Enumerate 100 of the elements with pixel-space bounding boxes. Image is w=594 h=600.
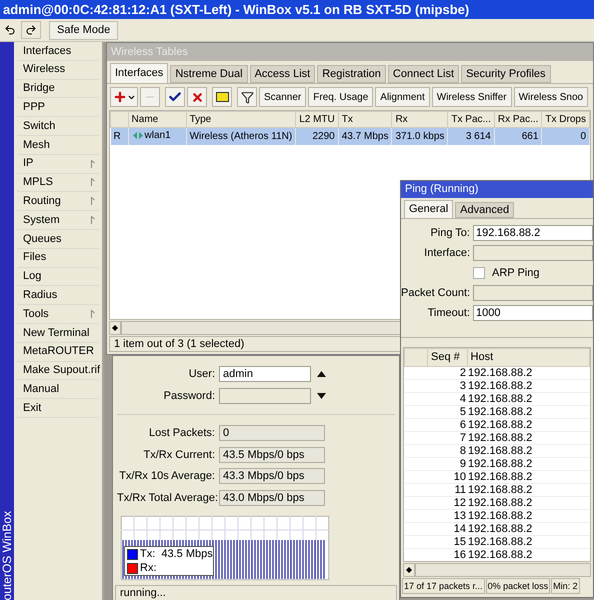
menu-item[interactable]: Bridge [17,80,99,98]
table-row[interactable]: R wlan1 Wireless (Atheros 11N) 2290 43.7 Mbps 371.0 kbps 3 614 661 0 [110,128,590,145]
readout-field: 0 [219,425,325,442]
table-cell: 661 [494,128,542,145]
tab[interactable]: Connect List [388,65,460,83]
table-cell: 192.168.88.2 [467,509,590,522]
table-cell: 192.168.88.2 [467,379,590,392]
readout-field: 43.3 Mbps/0 bps [219,468,325,484]
column-header[interactable]: L2 MTU [296,112,338,128]
table-cell: wlan1 [128,128,186,145]
field-label: Lost Packets: [148,426,216,441]
column-header[interactable]: Tx Pac... [448,112,494,128]
redo-button[interactable] [21,21,41,39]
status-text: 17 of 17 packets r... [402,578,485,594]
table-cell: 6 [428,418,468,431]
table-cell: 9 [428,457,468,470]
table-cell: 192.168.88.2 [467,431,590,444]
column-header[interactable]: Tx [338,112,392,128]
table-cell: 11 [428,483,468,496]
menu-item[interactable]: Files [17,248,99,268]
enable-button[interactable] [165,87,185,107]
table-cell: 3 [428,379,468,392]
up-arrow-icon[interactable] [317,371,326,378]
expand-icon[interactable] [109,321,121,335]
table-cell: 2 [428,366,468,379]
table-cell: 2290 [296,128,338,145]
menu-item[interactable]: PPP [17,98,99,118]
table-cell: 192.168.88.2 [467,444,590,457]
column-header[interactable]: Rx [392,112,448,128]
menu-item[interactable]: Routing [17,192,99,212]
table-cell: 192.168.88.2 [467,522,590,535]
menu-item[interactable]: Tools [17,305,99,324]
toolbar-button[interactable]: Wireless Snoo [514,87,588,107]
tab[interactable]: Access List [250,65,316,83]
toolbar-button[interactable]: Wireless Sniffer [432,87,512,107]
readout-field: 43.0 Mbps/0 bps [219,490,325,506]
horizontal-scrollbar[interactable] [415,563,591,577]
status-text: 0% packet loss [486,578,550,594]
column-header[interactable]: Name [128,112,186,128]
field-label: Interface: [423,246,471,261]
menu-item[interactable]: MPLS [17,174,99,192]
menu-item[interactable]: Exit [17,399,99,418]
menu-item[interactable]: Log [17,268,99,286]
tab[interactable]: Advanced [455,202,514,218]
table-cell: 192.168.88.2 [467,470,590,483]
menu-item[interactable]: Queues [17,230,99,249]
table-cell: 8 [428,444,468,457]
tab[interactable]: Interfaces [110,63,168,83]
field-label: Tx/Rx Current: [142,448,216,462]
status-text: running... [115,585,397,600]
legend-label: Rx: [140,562,156,574]
menu-item[interactable]: Wireless [17,60,99,80]
column-header[interactable]: Tx Drops [542,112,590,128]
expand-icon[interactable] [403,563,415,577]
table-cell: 4 [428,392,468,405]
table-cell: 43.7 Mbps [338,128,392,145]
tab[interactable]: General [404,200,454,218]
column-header[interactable]: Type [186,112,296,128]
menu-item[interactable]: MetaROUTER [17,342,99,362]
tab[interactable]: Security Profiles [461,65,551,83]
toolbar-button[interactable]: Alignment [375,87,430,107]
menu-item[interactable]: Radius [17,286,99,306]
column-header[interactable]: Seq # [428,348,468,366]
add-button[interactable] [110,87,138,107]
field-label: Ping To: [429,226,471,241]
plus-icon [112,90,126,104]
window-title-bar: admin@00:0C:42:81:12:A1 (SXT-Left) - WinBox v5.1 on RB SXT-5D (mipsbe) [0,0,594,19]
menu-item[interactable]: Make Supout.rif [17,362,99,380]
menu-item[interactable]: Switch [17,117,99,136]
comment-button[interactable] [212,87,232,107]
status-text: Min: 2 [551,578,580,594]
toolbar-button[interactable]: Freq. Usage [308,87,374,107]
menu-item[interactable]: Manual [17,380,99,400]
column-header[interactable]: Rx Pac... [494,112,542,128]
table-cell: 192.168.88.2 [467,418,590,431]
menu-item[interactable]: Interfaces [17,42,99,61]
field-label: Tx/Rx Total Average: [117,490,219,506]
safe-mode-button[interactable]: Safe Mode [49,20,118,40]
interface-icon [132,131,144,140]
menu-item[interactable]: Mesh [17,136,99,155]
table-cell: 5 [428,405,468,418]
brand-text: outerOS WinBox [0,510,14,600]
menu-item[interactable]: IP [17,154,99,174]
window-title: Ping (Running) [401,181,593,198]
note-icon [216,92,228,102]
tab[interactable]: Nstreme Dual [170,65,248,83]
menu-item[interactable]: New Terminal [17,324,99,343]
table-cell: 12 [428,496,468,509]
input-field[interactable]: 192.168.88.2 [473,225,593,241]
field-label: Tx/Rx 10s Average: [118,469,216,484]
disable-button[interactable] [187,87,207,107]
column-header[interactable]: Host [467,348,590,366]
table-cell: 3 614 [448,128,494,145]
toolbar-button[interactable]: Scanner [259,87,306,107]
menu-item[interactable]: System [17,211,99,230]
filter-button[interactable] [237,87,257,107]
checkbox[interactable] [473,267,485,279]
input-field[interactable]: admin [219,366,311,382]
tab[interactable]: Registration [317,65,386,83]
input-field[interactable]: 1000 [473,305,593,321]
